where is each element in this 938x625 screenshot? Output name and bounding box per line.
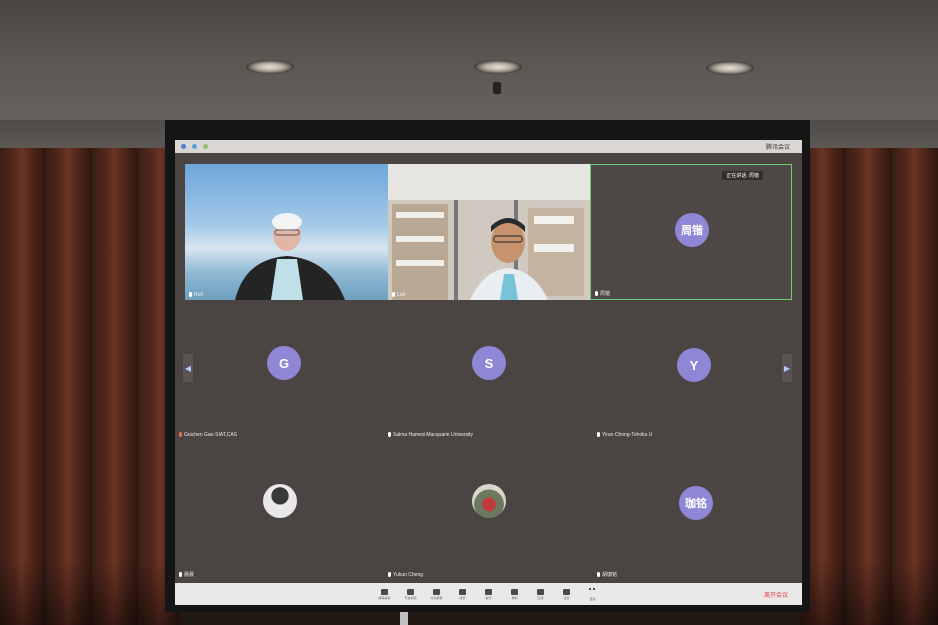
mic-icon xyxy=(179,572,182,578)
participant-video xyxy=(235,213,345,300)
participant-name: Lab xyxy=(392,292,405,298)
mic-icon xyxy=(179,432,182,438)
mic-icon xyxy=(597,432,600,438)
participant-name: Yiran Chong-Tohoku U xyxy=(597,432,652,438)
more-button[interactable]: 更多 xyxy=(581,587,605,601)
video-button[interactable]: 开启视频 xyxy=(399,588,423,600)
apps-icon xyxy=(537,588,544,595)
meeting-toolbar: 解除静音 开启视频 共享屏幕 成员 聊天 录制 应用 设置 更多 离开会议 xyxy=(175,583,802,605)
speaking-indicator: 正在讲话: 周锴 xyxy=(722,171,763,180)
camera-icon xyxy=(407,588,414,595)
ceiling xyxy=(0,0,938,140)
record-icon xyxy=(511,588,518,595)
avatar-tile-active[interactable]: 正在讲话: 周锴 周锴 周锴 xyxy=(590,164,792,300)
participant-name: 周锴 xyxy=(595,290,610,297)
app-title: 腾讯会议 xyxy=(765,145,790,151)
mic-icon xyxy=(595,291,598,297)
more-icon xyxy=(589,587,596,596)
avatar-tile-jiaming[interactable]: 珈铭 胡珈铭 xyxy=(593,440,802,580)
mute-button[interactable]: 解除静音 xyxy=(373,588,397,600)
settings-button[interactable]: 设置 xyxy=(555,588,579,600)
meeting-window: 腾讯会议 Rolf Lab 正在讲话: 周锴 周锴 周锴 G Guichen G… xyxy=(175,140,802,605)
members-button[interactable]: 成员 xyxy=(451,588,475,600)
participant-avatar: S xyxy=(472,346,506,380)
avatar-tile-y[interactable]: Y Yiran Chong-Tohoku U xyxy=(593,300,802,440)
screen-stand xyxy=(400,612,408,625)
share-icon xyxy=(433,588,440,595)
participant-video xyxy=(388,164,590,300)
participant-photo xyxy=(263,484,297,518)
signal-icon[interactable] xyxy=(203,144,208,149)
participant-name: 胡珈铭 xyxy=(597,571,617,578)
share-screen-button[interactable]: 共享屏幕 xyxy=(425,588,449,600)
security-icon[interactable] xyxy=(192,144,197,149)
participant-name: Salma Hamed-Macquarie University xyxy=(388,432,473,438)
apps-button[interactable]: 应用 xyxy=(529,588,553,600)
sprinkler xyxy=(493,82,501,94)
next-page-arrow-icon[interactable]: ▶ xyxy=(782,354,792,382)
gear-icon xyxy=(563,588,570,595)
microphone-icon xyxy=(381,588,388,595)
participant-name: 晨晨 xyxy=(179,571,194,578)
participant-avatar: Y xyxy=(677,348,711,382)
chat-icon xyxy=(485,588,492,595)
window-titlebar: 腾讯会议 xyxy=(175,140,802,153)
participant-avatar: G xyxy=(267,346,301,380)
mic-icon xyxy=(597,572,600,578)
video-tile-lab[interactable]: Lab xyxy=(388,164,590,300)
mic-icon xyxy=(189,292,192,298)
leave-meeting-button[interactable]: 离开会议 xyxy=(764,590,788,599)
record-button[interactable]: 录制 xyxy=(503,588,527,600)
participant-name: Guichen Gao-SIAT,CAS xyxy=(179,432,237,438)
participant-name: Yukun Cheng xyxy=(388,572,423,578)
participant-avatar: 周锴 xyxy=(675,213,709,247)
prev-page-arrow-icon[interactable]: ◀ xyxy=(183,354,193,382)
chat-button[interactable]: 聊天 xyxy=(477,588,501,600)
ceiling-light-right xyxy=(706,61,754,75)
photo-tile-1[interactable]: 晨晨 xyxy=(175,440,384,580)
mic-icon xyxy=(392,292,395,298)
members-icon xyxy=(459,588,466,595)
participant-name: Rolf xyxy=(189,292,203,298)
photo-tile-2[interactable]: Yukun Cheng xyxy=(384,440,593,580)
participant-photo xyxy=(472,484,506,518)
avatar-tile-g[interactable]: G Guichen Gao-SIAT,CAS xyxy=(175,300,384,440)
avatar-tile-s[interactable]: S Salma Hamed-Macquarie University xyxy=(384,300,593,440)
mic-icon xyxy=(388,432,391,438)
curtain-right xyxy=(800,148,938,625)
ceiling-light-left xyxy=(246,60,294,74)
curtain-left xyxy=(0,148,180,625)
participant-avatar: 珈铭 xyxy=(679,486,713,520)
mic-icon xyxy=(388,572,391,578)
video-tile-rolf[interactable]: Rolf xyxy=(185,164,388,300)
meeting-info-icon[interactable] xyxy=(181,144,186,149)
ceiling-light-center xyxy=(474,60,522,74)
